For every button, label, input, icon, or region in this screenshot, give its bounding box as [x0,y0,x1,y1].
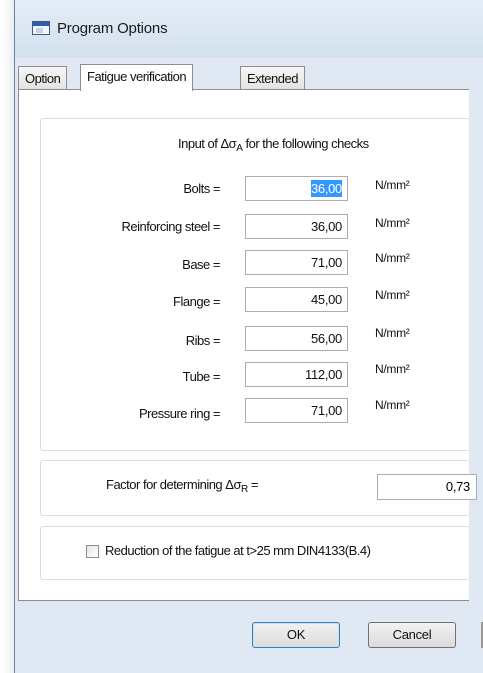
bolts-unit: N/mm² [375,178,410,192]
tab-extended[interactable]: Extended [240,66,305,89]
tube-unit: N/mm² [375,362,410,376]
tube-label: Tube = [182,369,221,384]
factor-label: Factor for determining ΔσR = [106,477,258,495]
app-window-icon [32,21,50,35]
ribs-input[interactable]: 56,00 [245,326,348,351]
cancel-button[interactable]: Cancel [368,622,456,648]
pressure-ring-input[interactable]: 71,00 [245,398,348,423]
bolts-input[interactable]: 36,00 [245,176,348,201]
ok-button[interactable]: OK [252,622,340,648]
reinforcing-steel-unit: N/mm² [375,216,410,230]
flange-label: Flange = [173,294,220,309]
tab-option[interactable]: Option [18,66,68,89]
base-unit: N/mm² [375,251,410,265]
base-label: Base = [182,257,220,272]
tube-input[interactable]: 112,00 [245,362,348,387]
factor-input[interactable]: 0,73 [377,474,477,500]
reduction-checkbox[interactable] [86,545,99,558]
ribs-label: Ribs = [185,333,221,348]
dialog-title: Program Options [57,20,168,37]
reinforcing-steel-input[interactable]: 36,00 [245,214,348,239]
pressure-ring-label: Pressure ring = [138,406,221,421]
reduction-checkbox-label[interactable]: Reduction of the fatigue at t>25 mm DIN4… [105,543,371,558]
flange-input[interactable]: 45,00 [245,287,348,312]
flange-unit: N/mm² [375,288,410,302]
title-bar[interactable]: Program Options [15,0,483,58]
bolts-label: Bolts = [183,181,220,196]
ribs-unit: N/mm² [375,326,410,340]
input-heading: Input of ΔσA for the following checks [178,136,369,154]
background-strip [0,0,14,673]
tab-fatigue-verification[interactable]: Fatigue verification [80,64,194,91]
pressure-ring-unit: N/mm² [375,398,410,412]
tab-strip: Option Fatigue verification Extended [18,64,469,91]
base-input[interactable]: 71,00 [245,250,348,275]
reinforcing-steel-label: Reinforcing steel = [121,219,220,234]
